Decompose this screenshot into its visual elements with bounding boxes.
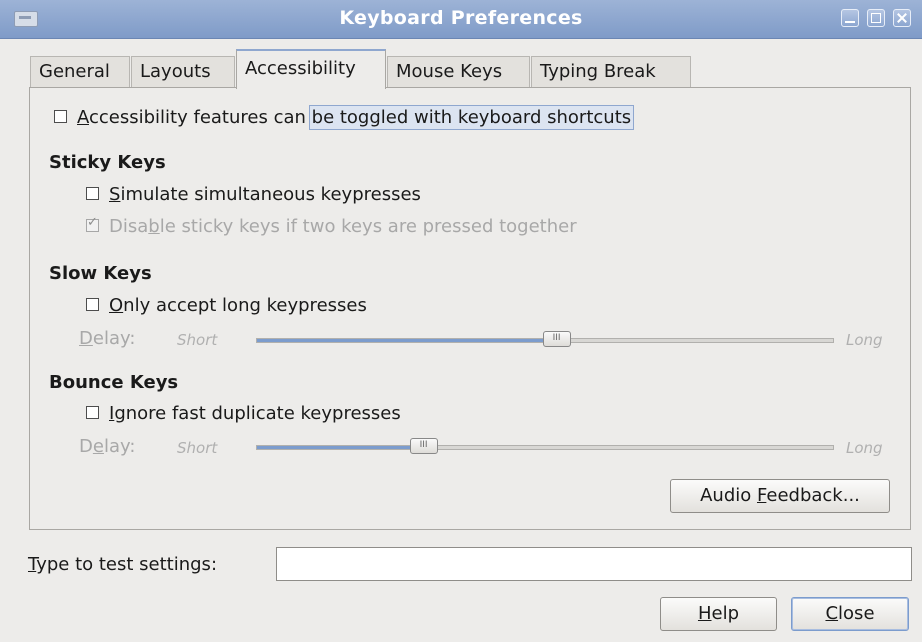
checkbox[interactable]	[86, 297, 99, 311]
slow-keys-long-label: Long	[846, 331, 883, 349]
bounce-keys-heading: Bounce Keys	[49, 372, 179, 393]
slow-keys-slider-thumb[interactable]: III	[542, 331, 571, 347]
sticky-keys-heading: Sticky Keys	[49, 152, 166, 173]
window-title: Keyboard Preferences	[339, 7, 583, 29]
slow-keys-short-label: Short	[177, 331, 218, 349]
slow-keys-heading: Slow Keys	[49, 263, 152, 284]
bounce-keys-short-label: Short	[177, 439, 218, 457]
slow-keys-delay-label: Delay:	[79, 328, 136, 349]
bounce-keys-long-label: Long	[846, 439, 883, 457]
tab-accessibility[interactable]: Accessibility	[236, 49, 386, 89]
checkbox[interactable]	[86, 405, 99, 419]
checkbox[interactable]	[86, 215, 99, 232]
checkbox[interactable]	[54, 109, 67, 123]
title-bar[interactable]: Keyboard Preferences	[0, 0, 922, 39]
focus-highlight: be toggled with keyboard shortcuts	[308, 105, 635, 130]
tab-mouse-keys[interactable]: Mouse Keys	[387, 56, 530, 88]
only-accept-long-checkbox[interactable]: Only accept long keypresses	[86, 295, 367, 316]
tab-layouts[interactable]: Layouts	[131, 56, 235, 88]
ignore-fast-duplicate-checkbox[interactable]: Ignore fast duplicate keypresses	[86, 403, 401, 424]
bounce-keys-slider-thumb[interactable]: III	[409, 438, 438, 454]
disable-sticky-two-keys-checkbox[interactable]: Disable sticky keys if two keys are pres…	[86, 215, 577, 237]
slider-fill	[257, 339, 558, 342]
slider-fill	[257, 446, 425, 449]
toggle-shortcuts-checkbox[interactable]: Accessibility features can be toggled wi…	[54, 105, 635, 130]
bounce-keys-delay-label: Delay:	[79, 436, 136, 457]
help-button[interactable]: Help	[660, 597, 777, 631]
test-settings-label: Type to test settings:	[28, 554, 218, 575]
tab-general[interactable]: General	[30, 56, 130, 88]
checkbox[interactable]	[86, 186, 99, 200]
tab-typing-break[interactable]: Typing Break	[531, 56, 691, 88]
audio-feedback-button[interactable]: Audio Feedback...	[670, 479, 890, 513]
test-settings-input[interactable]	[276, 547, 912, 581]
maximize-icon[interactable]	[867, 9, 885, 27]
accessibility-page: Accessibility features can be toggled wi…	[29, 87, 911, 530]
minimize-icon[interactable]	[841, 9, 859, 27]
simulate-simultaneous-checkbox[interactable]: Simulate simultaneous keypresses	[86, 184, 421, 205]
close-button[interactable]: Close	[791, 597, 909, 631]
close-window-icon[interactable]	[893, 9, 911, 27]
bounce-keys-delay-slider[interactable]	[256, 445, 834, 450]
